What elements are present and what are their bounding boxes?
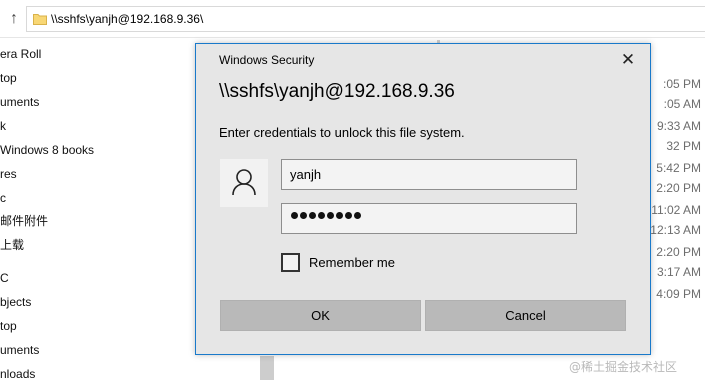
- navigation-pane: era Roll top uments k Windows 8 books re…: [0, 38, 195, 380]
- modified-time: 32 PM: [666, 139, 701, 153]
- modified-time: :05 AM: [663, 97, 701, 111]
- password-dot: [291, 212, 298, 219]
- password-dot: [327, 212, 334, 219]
- password-dot: [300, 212, 307, 219]
- modified-time: 4:09 PM: [656, 287, 701, 301]
- nav-item[interactable]: res: [0, 166, 17, 182]
- cancel-button[interactable]: Cancel: [425, 300, 626, 331]
- dialog-prompt: Enter credentials to unlock this file sy…: [219, 125, 465, 140]
- nav-item[interactable]: k: [0, 118, 6, 134]
- modified-time: 2:20 PM: [656, 245, 701, 259]
- windows-security-dialog: Windows Security ✕ \\sshfs\yanjh@192.168…: [195, 43, 651, 355]
- up-arrow-icon[interactable]: ↑: [4, 9, 24, 29]
- password-mask: [291, 212, 361, 219]
- nav-item[interactable]: C: [0, 270, 9, 286]
- nav-item[interactable]: 上载: [0, 237, 24, 253]
- scrollbar-thumb[interactable]: [260, 356, 274, 380]
- password-dot: [336, 212, 343, 219]
- nav-item[interactable]: nloads: [0, 366, 35, 380]
- modified-time: 12:13 AM: [650, 223, 701, 237]
- nav-item[interactable]: top: [0, 318, 17, 334]
- modified-time: 2:20 PM: [656, 181, 701, 195]
- nav-item[interactable]: Windows 8 books: [0, 142, 94, 158]
- nav-item[interactable]: uments: [0, 342, 39, 358]
- password-dot: [309, 212, 316, 219]
- nav-item[interactable]: bjects: [0, 294, 31, 310]
- password-dot: [318, 212, 325, 219]
- ok-button[interactable]: OK: [220, 300, 421, 331]
- remember-me-option[interactable]: Remember me: [281, 252, 395, 272]
- address-bar: ↑ \\sshfs\yanjh@192.168.9.36\: [0, 0, 705, 38]
- dialog-title: Windows Security: [219, 53, 315, 67]
- nav-item[interactable]: c: [0, 190, 6, 206]
- nav-item[interactable]: top: [0, 70, 17, 86]
- username-value: yanjh: [290, 167, 322, 182]
- modified-time: 11:02 AM: [651, 203, 701, 217]
- user-icon: [220, 159, 268, 207]
- dialog-heading: \\sshfs\yanjh@192.168.9.36: [219, 81, 455, 102]
- remember-me-label: Remember me: [309, 254, 395, 270]
- username-field[interactable]: yanjh: [281, 159, 577, 190]
- modified-time: 5:42 PM: [656, 161, 701, 175]
- modified-time: 9:33 AM: [656, 119, 701, 133]
- folder-icon: [33, 14, 47, 25]
- close-icon[interactable]: ✕: [614, 48, 642, 72]
- password-dot: [345, 212, 352, 219]
- address-field[interactable]: \\sshfs\yanjh@192.168.9.36\: [26, 6, 705, 32]
- watermark: @稀土掘金技术社区: [569, 360, 678, 374]
- remember-me-checkbox[interactable]: [281, 252, 300, 272]
- password-dot: [354, 212, 361, 219]
- modified-time: 3:17 AM: [656, 265, 701, 279]
- modified-time: :05 PM: [662, 77, 701, 91]
- nav-item[interactable]: uments: [0, 94, 39, 110]
- nav-item[interactable]: 邮件附件: [0, 213, 48, 229]
- password-field[interactable]: [281, 203, 577, 234]
- nav-item[interactable]: era Roll: [0, 46, 41, 62]
- address-path: \\sshfs\yanjh@192.168.9.36\: [51, 12, 204, 26]
